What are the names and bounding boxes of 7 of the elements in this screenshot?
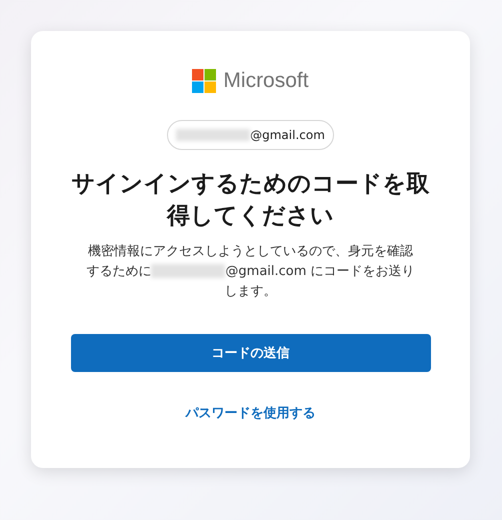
description-text: 機密情報にアクセスしようとしているので、身元を確認するために @gmail.com にコードをお送りします。 [86, 243, 416, 301]
brand-name: Microsoft [223, 69, 309, 93]
page-title: サインインするためのコードを取得してください [70, 170, 430, 231]
logo-icon [192, 69, 216, 93]
password-link[interactable]: パスワードを使用する [182, 400, 320, 426]
account-email[interactable]: @gmail.com [167, 120, 334, 150]
send-code-button[interactable]: コードの送信 [70, 334, 430, 372]
